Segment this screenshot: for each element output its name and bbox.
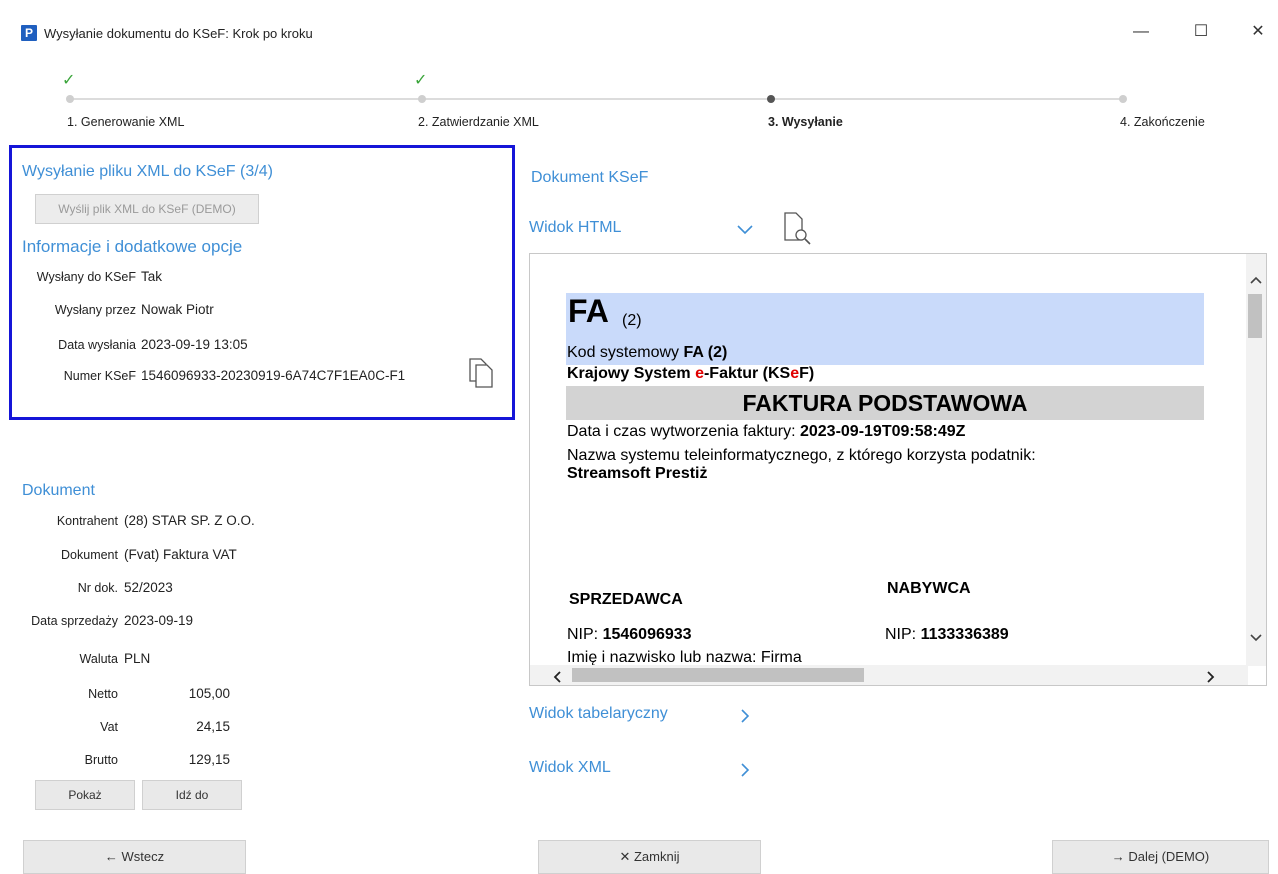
net-value: 105,00 <box>188 686 230 701</box>
step-4-label: 4. Zakończenie <box>1120 115 1205 129</box>
ksef-document-title: Dokument KSeF <box>531 169 649 186</box>
vertical-scroll-thumb[interactable] <box>1248 294 1262 338</box>
step-2-check-icon: ✓ <box>414 72 428 89</box>
step-2-label: 2. Zatwierdzanie XML <box>418 115 539 129</box>
sale-date-value: 2023-09-19 <box>124 613 194 628</box>
scroll-right-icon[interactable] <box>1206 670 1216 685</box>
step-1-dot <box>66 95 74 103</box>
vat-label: Vat <box>100 720 118 734</box>
sent-by-value: Nowak Piotr <box>141 302 214 317</box>
buyer-nip-line: NIP: 1133336389 <box>885 626 1009 643</box>
step-1-check-icon: ✓ <box>62 72 76 89</box>
ksef-system-name: Krajowy System e-Faktur (KSeF) <box>567 365 815 382</box>
seller-nip: 1546096933 <box>602 626 692 643</box>
document-value: (Fvat) Faktura VAT <box>124 547 237 562</box>
created-value: 2023-09-19T09:58:49Z <box>799 423 966 440</box>
horizontal-scrollbar[interactable] <box>530 665 1248 685</box>
sent-label: Wysłany do KSeF <box>36 270 136 284</box>
chevron-right-icon[interactable] <box>738 761 752 779</box>
show-button[interactable]: Pokaż <box>35 780 135 810</box>
created-label: Data i czas wytworzenia faktury: <box>567 423 796 440</box>
invoice-type-banner: FAKTURA PODSTAWOWA <box>566 386 1204 420</box>
system-name-value: Streamsoft Prestiż <box>567 465 708 482</box>
buyer-heading: NABYWCA <box>887 580 971 597</box>
send-xml-button[interactable]: Wyślij plik XML do KSeF (DEMO) <box>35 194 259 224</box>
preview-document-icon[interactable] <box>780 210 814 246</box>
chevron-down-icon[interactable] <box>734 220 756 238</box>
title-bar: P Wysyłanie dokumentu do KSeF: Krok po k… <box>0 0 1278 62</box>
step-4-dot <box>1119 95 1127 103</box>
table-view-label[interactable]: Widok tabelaryczny <box>529 705 668 723</box>
system-name-label: Nazwa systemu teleinformatycznego, z któ… <box>567 447 1036 464</box>
app-icon: P <box>21 25 37 41</box>
seller-nip-line: NIP: 1546096933 <box>567 626 692 643</box>
net-label: Netto <box>88 687 118 701</box>
seller-heading: SPRZEDAWCA <box>569 591 683 608</box>
system-code-label: Kod systemowy <box>567 344 680 361</box>
sent-value: Tak <box>141 269 163 284</box>
step-3-dot <box>767 95 775 103</box>
info-section-title: Informacje i dodatkowe opcje <box>22 237 243 256</box>
copy-icon[interactable] <box>464 355 498 389</box>
step-1-label: 1. Generowanie XML <box>67 115 185 129</box>
next-button[interactable]: → Dalej (DEMO) <box>1052 840 1269 874</box>
scroll-up-icon[interactable] <box>1250 274 1262 288</box>
step-2-dot <box>418 95 426 103</box>
html-view-label[interactable]: Widok HTML <box>529 219 621 237</box>
gross-value: 129,15 <box>188 752 230 767</box>
scroll-down-icon[interactable] <box>1250 630 1262 648</box>
sent-date-label: Data wysłania <box>58 338 136 352</box>
minimize-button[interactable]: — <box>1127 18 1155 46</box>
vertical-scrollbar[interactable] <box>1246 254 1266 666</box>
sale-date-label: Data sprzedaży <box>31 614 118 628</box>
ksef-number-label: Numer KSeF <box>63 369 136 383</box>
scroll-left-icon[interactable] <box>552 670 562 685</box>
stepper-track <box>70 98 1126 100</box>
document-label: Dokument <box>61 548 118 562</box>
sent-by-label: Wysłany przez <box>54 303 136 317</box>
vat-value: 24,15 <box>196 719 230 734</box>
system-code-line: Kod systemowy FA (2) <box>567 344 727 362</box>
close-window-button[interactable]: ✕ <box>1244 18 1272 46</box>
horizontal-scroll-thumb[interactable] <box>572 668 864 682</box>
buyer-nip: 1133336389 <box>920 626 1009 643</box>
contractor-label: Kontrahent <box>56 514 118 528</box>
xml-view-label[interactable]: Widok XML <box>529 759 611 777</box>
gross-label: Brutto <box>84 753 118 767</box>
fa-variant: (2) <box>622 312 642 329</box>
doc-number-label: Nr dok. <box>77 581 118 595</box>
goto-button[interactable]: Idź do <box>142 780 242 810</box>
currency-label: Waluta <box>79 652 118 666</box>
created-line: Data i czas wytworzenia faktury: 2023-09… <box>567 423 965 441</box>
contractor-value: (28) STAR SP. Z O.O. <box>124 513 255 528</box>
doc-number-value: 52/2023 <box>124 580 173 595</box>
close-button[interactable]: ✕ Zamknij <box>538 840 761 874</box>
send-section-title: Wysyłanie pliku XML do KSeF (3/4) <box>22 163 273 180</box>
invoice-html-preview[interactable]: FA (2) Kod systemowy FA (2) Krajowy Syst… <box>529 253 1267 686</box>
sent-date-value: 2023-09-19 13:05 <box>141 337 248 352</box>
chevron-right-icon[interactable] <box>738 707 752 725</box>
step-3-label: 3. Wysyłanie <box>768 115 843 129</box>
document-section-title: Dokument <box>22 482 95 499</box>
system-code-value: FA (2) <box>683 344 728 361</box>
window-title: Wysyłanie dokumentu do KSeF: Krok po kro… <box>44 26 313 41</box>
currency-value: PLN <box>124 651 151 666</box>
ksef-number-value: 1546096933-20230919-6A74C7F1EA0C-F1 <box>141 368 406 383</box>
fa-title: FA <box>568 293 609 329</box>
back-button[interactable]: ← Wstecz <box>23 840 246 874</box>
maximize-button[interactable]: ☐ <box>1187 18 1215 46</box>
